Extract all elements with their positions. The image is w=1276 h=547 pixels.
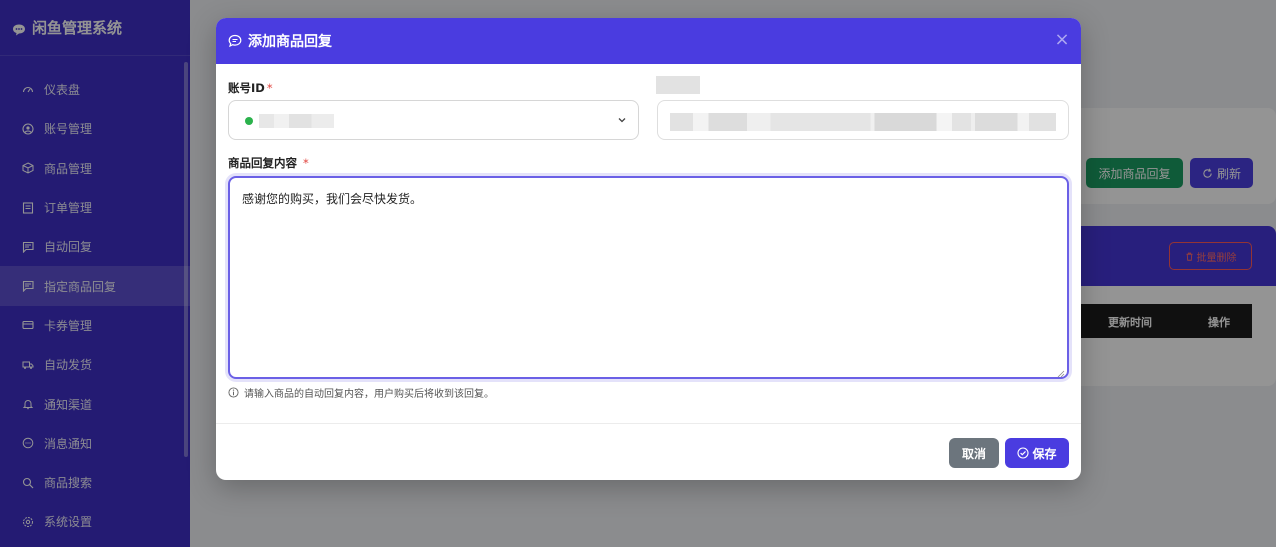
save-button[interactable]: 保存 — [1005, 438, 1069, 468]
account-select[interactable] — [228, 100, 639, 140]
modal-footer-divider — [216, 423, 1081, 424]
reply-content-label-text: 商品回复内容 — [228, 156, 297, 170]
save-label: 保存 — [1032, 446, 1057, 461]
chevron-down-icon — [616, 114, 628, 126]
chat-bubble-icon — [228, 34, 242, 48]
check-circle-icon — [1017, 447, 1030, 459]
account-id-label-text: 账号ID — [228, 81, 265, 95]
redacted-account-value — [259, 114, 334, 128]
required-mark: * — [266, 81, 273, 95]
modal-title: 添加商品回复 — [248, 34, 332, 50]
reply-content-hint: 请输入商品的自动回复内容，用户购买后将收到该回复。 — [228, 385, 494, 400]
resize-handle-icon[interactable] — [1057, 367, 1065, 378]
info-icon — [228, 387, 239, 398]
reply-content-value: 感谢您的购买，我们会尽快发货。 — [242, 192, 423, 206]
cancel-button[interactable]: 取消 — [949, 438, 999, 468]
close-icon[interactable]: × — [1053, 31, 1071, 49]
add-product-reply-modal: 添加商品回复 × 账号ID * 商品回复内容 * 感谢您的购买，我们会尽快发货。 … — [216, 18, 1081, 480]
account-id-label: 账号ID * — [228, 80, 273, 96]
redacted-product-value — [670, 113, 1056, 131]
redacted-label — [656, 76, 700, 94]
redacted-product-field[interactable] — [657, 100, 1069, 140]
modal-header: 添加商品回复 — [216, 18, 1081, 64]
online-status-icon — [245, 117, 253, 125]
hint-text: 请输入商品的自动回复内容，用户购买后将收到该回复。 — [244, 389, 494, 400]
required-mark: * — [303, 156, 309, 170]
reply-content-label: 商品回复内容 * — [228, 155, 309, 171]
reply-content-textarea[interactable]: 感谢您的购买，我们会尽快发货。 — [228, 176, 1069, 379]
